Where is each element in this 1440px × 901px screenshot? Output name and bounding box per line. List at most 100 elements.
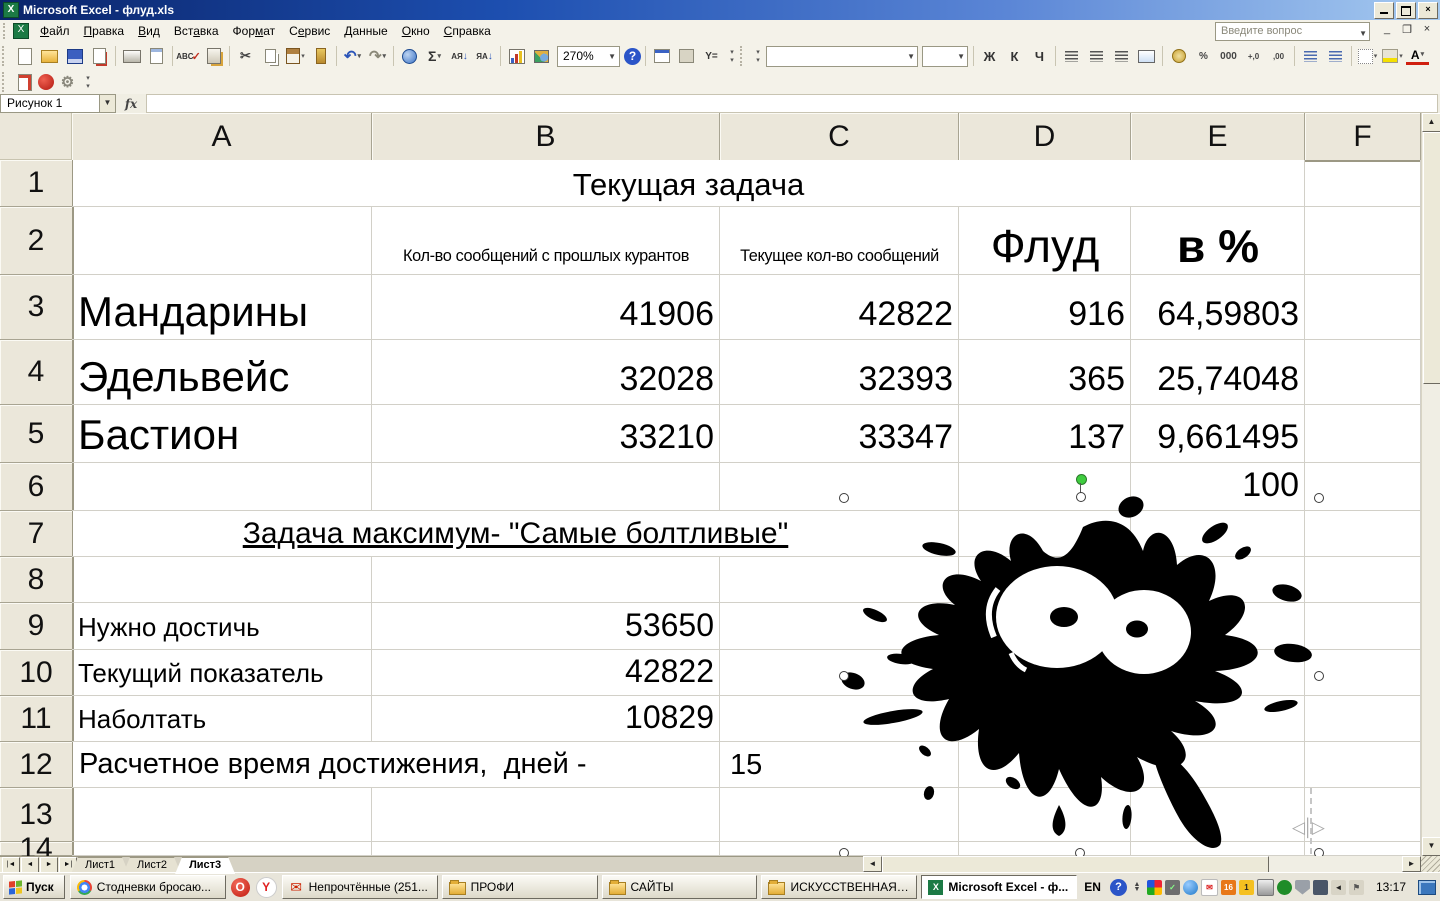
box-icon[interactable] — [675, 45, 698, 67]
alignr-icon[interactable] — [1110, 45, 1133, 67]
cell-A12[interactable]: Расчетное время достижения, дней - — [73, 742, 719, 787]
research-icon[interactable] — [202, 45, 225, 67]
messenger-icon[interactable] — [1183, 880, 1198, 895]
cell-E4[interactable]: 25,74048 — [1131, 340, 1305, 405]
scroll-right-icon[interactable]: ► — [1402, 856, 1421, 872]
column-header-C[interactable]: C — [720, 113, 959, 162]
column-header-E[interactable]: E — [1131, 113, 1305, 162]
row-header-2[interactable]: 2 — [0, 207, 74, 275]
rotation-handle[interactable] — [1076, 474, 1087, 485]
drawing-icon[interactable] — [530, 45, 553, 67]
sortasc-icon[interactable]: АЯ — [448, 45, 471, 67]
row-header-8[interactable]: 8 — [0, 557, 74, 603]
resize-handle-mid-right[interactable] — [1314, 671, 1324, 681]
cell-C4[interactable]: 32393 — [720, 340, 959, 405]
insert-function-icon[interactable]: fx — [116, 97, 146, 111]
resize-handle-mid-left[interactable] — [839, 671, 849, 681]
zoom-dropdown-icon[interactable]: ▼ — [608, 52, 616, 61]
fill-icon[interactable]: ▾ — [1381, 45, 1404, 67]
cell-C3[interactable]: 42822 — [720, 275, 959, 340]
scroll-down-icon[interactable]: ▼ — [1422, 837, 1440, 856]
dropdown-icon[interactable]: ▼ — [957, 52, 965, 61]
horizontal-scrollbar[interactable]: ◄ ► — [863, 856, 1421, 872]
column-header-F[interactable]: F — [1305, 113, 1421, 162]
menu-Справка[interactable]: Справка — [437, 21, 498, 41]
menu-Правка[interactable]: Правка — [77, 21, 132, 41]
help-icon[interactable]: ? — [624, 48, 641, 65]
menu-Вставка[interactable]: Вставка — [167, 21, 226, 41]
cell-B2[interactable]: Кол-во сообщений с прошлых курантов — [379, 207, 713, 275]
dropdown-icon[interactable]: ▾ — [383, 52, 387, 60]
cell-D4[interactable]: 365 — [959, 340, 1131, 405]
workbook-icon[interactable]: X — [13, 23, 29, 39]
cell-A1[interactable]: Текущая задача — [73, 160, 1304, 206]
horizontal-scroll-thumb[interactable] — [882, 856, 1269, 873]
first-sheet-icon[interactable]: |◄ — [2, 857, 20, 873]
cell-A4[interactable]: Эдельвейс — [72, 340, 372, 405]
print-icon[interactable] — [120, 45, 143, 67]
column-header-D[interactable]: D — [959, 113, 1131, 162]
cell-C2[interactable]: Текущее кол-во сообщений — [725, 207, 954, 275]
row-header-6[interactable]: 6 — [0, 463, 74, 511]
column-header-B[interactable]: B — [372, 113, 720, 162]
dropdown-icon[interactable]: ▾ — [301, 52, 305, 60]
font-size-select[interactable]: ▼ — [922, 46, 968, 67]
name-box[interactable]: Рисунок 1 — [0, 94, 100, 113]
reddot-icon[interactable] — [38, 74, 54, 90]
row-header-9[interactable]: 9 — [0, 603, 74, 650]
toolbar-grip[interactable] — [740, 46, 747, 66]
row-header-7[interactable]: 7 — [0, 511, 74, 557]
taskbar-button[interactable]: ✉Непрочтённые (251... — [282, 875, 438, 899]
dedent-icon[interactable] — [1299, 45, 1322, 67]
menu-Формат[interactable]: Формат — [226, 21, 283, 41]
flag-icon[interactable]: ⚑ — [1349, 880, 1364, 895]
alignc-icon[interactable] — [1085, 45, 1108, 67]
filter-icon[interactable]: Y= — [700, 45, 723, 67]
close-button[interactable]: × — [1418, 2, 1438, 19]
vertical-scroll-thumb[interactable] — [1423, 132, 1440, 384]
pdf-icon[interactable] — [13, 71, 36, 93]
tray-chevron-icon[interactable]: ▲▼ — [1131, 882, 1143, 892]
zoom-select[interactable]: 270%▼ — [557, 46, 620, 67]
cell-A7[interactable]: Задача максимум- "Самые болтливые" — [73, 511, 958, 556]
select-all-corner[interactable] — [0, 113, 74, 162]
cell-A5[interactable]: Бастион — [72, 405, 372, 463]
cell-B11[interactable]: 10829 — [372, 696, 720, 742]
props-icon[interactable] — [650, 45, 673, 67]
paste-icon[interactable]: ▾ — [284, 45, 307, 67]
open-icon[interactable] — [38, 45, 61, 67]
row-header-1[interactable]: 1 — [0, 160, 74, 207]
resize-handle-top-right[interactable] — [1314, 493, 1324, 503]
new-icon[interactable] — [13, 45, 36, 67]
incdec-icon[interactable]: +,0 — [1242, 45, 1265, 67]
preview-icon[interactable] — [145, 45, 168, 67]
cell-B3[interactable]: 41906 — [372, 275, 720, 340]
ask-question-input[interactable]: Введите вопрос ▼ — [1215, 22, 1370, 41]
menu-Файл[interactable]: Файл — [33, 21, 77, 41]
help-tray-icon[interactable]: ? — [1110, 879, 1127, 896]
column-header-A[interactable]: A — [72, 113, 372, 162]
restore-button[interactable] — [1396, 2, 1416, 19]
ink-splat-picture[interactable] — [835, 493, 1340, 858]
nvidia-icon[interactable] — [1277, 880, 1292, 895]
next-sheet-icon[interactable]: ► — [40, 857, 58, 873]
scroll-up-icon[interactable]: ▲ — [1422, 113, 1440, 132]
row-header-4[interactable]: 4 — [0, 340, 74, 405]
underline-icon[interactable]: Ч — [1028, 45, 1051, 67]
cell-A3[interactable]: Мандарины — [72, 275, 372, 340]
cell-A11[interactable]: Наболтать — [72, 696, 372, 742]
toolbar-grip[interactable] — [2, 46, 9, 66]
sortdesc-icon[interactable]: ЯА — [473, 45, 496, 67]
cell-D5[interactable]: 137 — [959, 405, 1131, 463]
usb-icon[interactable]: ✓ — [1165, 880, 1180, 895]
fontcolor-icon[interactable]: А▾ — [1406, 47, 1429, 65]
italic-icon[interactable]: К — [1003, 45, 1026, 67]
toolbar-grip[interactable] — [2, 72, 9, 92]
cell-E2[interactable]: в % — [1131, 207, 1305, 275]
doc-minimize-button[interactable]: _ — [1380, 23, 1394, 36]
indent-icon[interactable] — [1324, 45, 1347, 67]
currency-icon[interactable] — [1167, 45, 1190, 67]
prev-sheet-icon[interactable]: ◄ — [21, 857, 39, 873]
hyperlink-icon[interactable] — [398, 45, 421, 67]
dropdown-icon[interactable]: ▼ — [907, 52, 915, 61]
